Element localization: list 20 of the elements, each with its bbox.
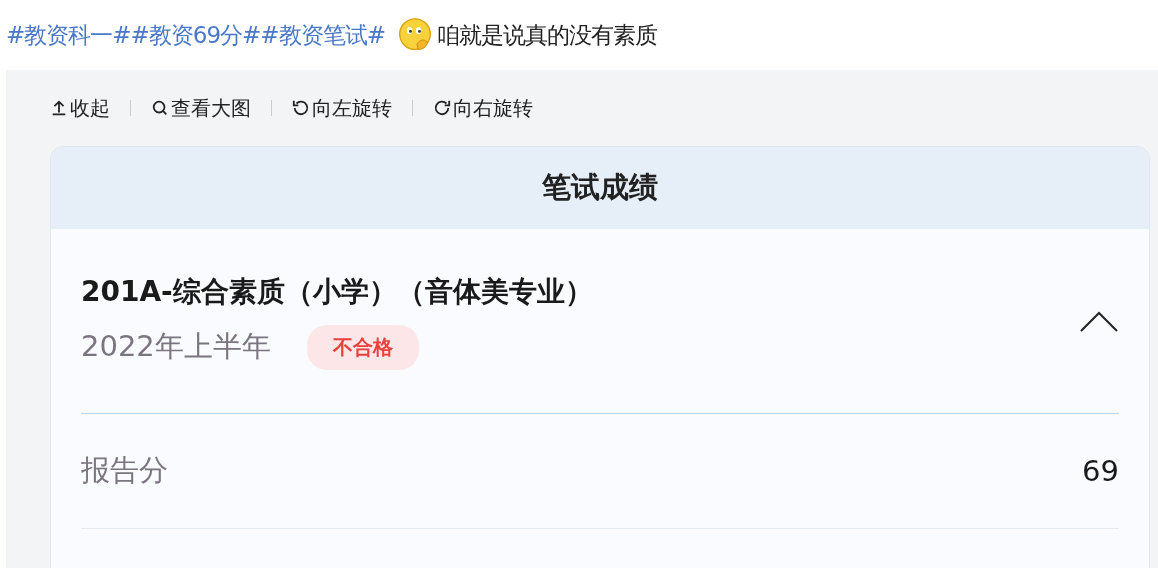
score-label: 报告分 bbox=[81, 452, 168, 489]
toolbar-button[interactable]: 查看大图 bbox=[151, 94, 251, 122]
thinking-emoji-icon bbox=[396, 17, 433, 53]
hashtag-link[interactable]: #教资笔试# bbox=[260, 19, 385, 51]
rotate-left-icon bbox=[292, 99, 310, 117]
collapse-chevron-button[interactable] bbox=[1079, 309, 1119, 333]
card-title: 笔试成绩 bbox=[542, 169, 658, 206]
search-icon bbox=[151, 99, 169, 117]
post-text: 咱就是说真的没有素质 bbox=[436, 20, 657, 50]
status-badge: 不合格 bbox=[306, 324, 419, 370]
rotate-right-icon bbox=[433, 99, 451, 117]
score-value: 69 bbox=[1082, 454, 1119, 488]
toolbar-button[interactable]: 收起 bbox=[50, 94, 110, 122]
upload-arrow-icon bbox=[50, 99, 68, 117]
hashtag-link[interactable]: #教资69分# bbox=[130, 19, 261, 51]
hashtag-link[interactable]: #教资科一# bbox=[6, 19, 131, 51]
toolbar-button[interactable]: 向右旋转 bbox=[433, 94, 533, 122]
subject-title: 201A-综合素质（小学）（音体美专业） bbox=[81, 273, 593, 310]
exam-term: 2022年上半年 bbox=[81, 328, 271, 365]
toolbar-button[interactable]: 向左旋转 bbox=[292, 94, 392, 122]
